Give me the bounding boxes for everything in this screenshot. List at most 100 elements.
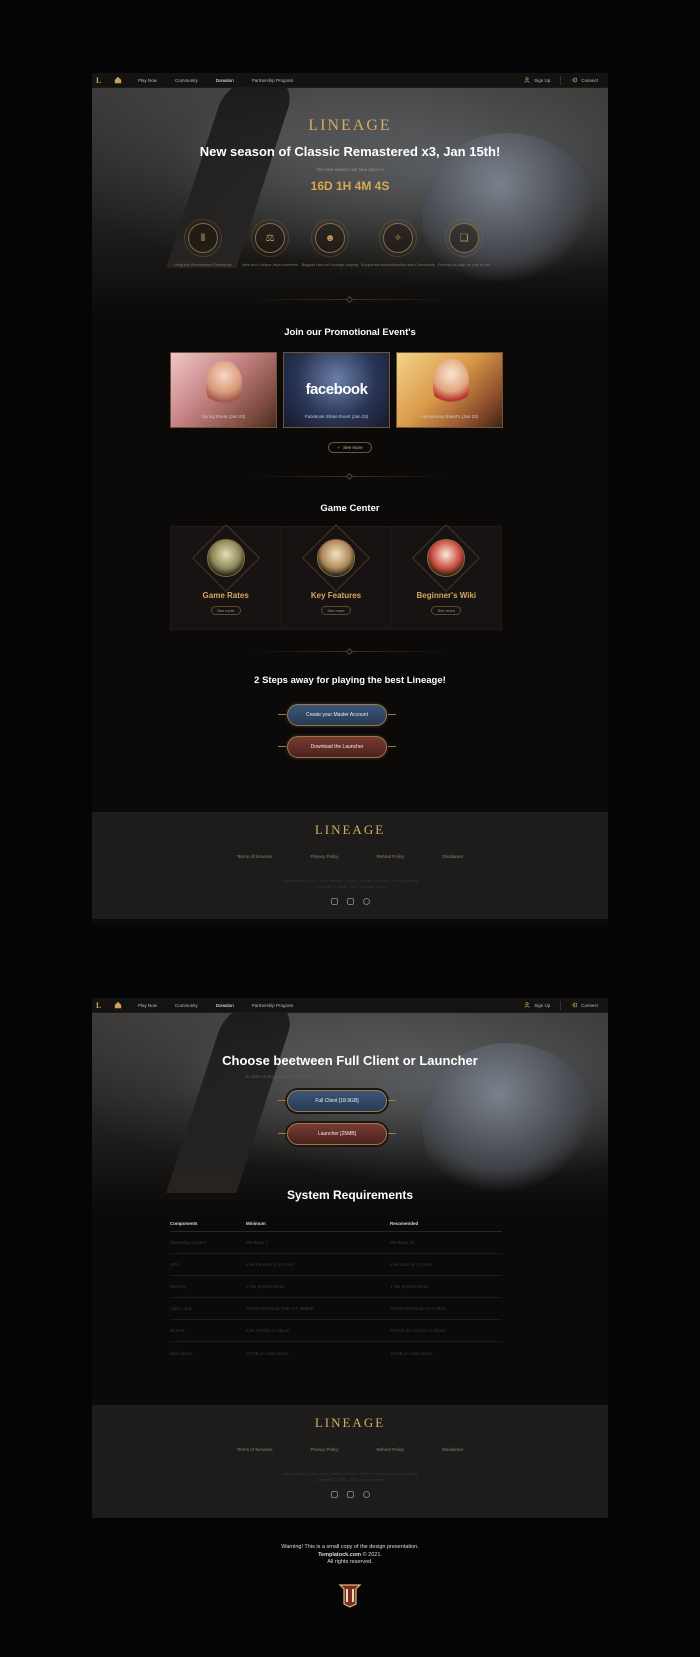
copy-warning: Warning! This is a small copy of the des… — [0, 1544, 700, 1567]
footer-disclaimer-link[interactable]: Disclaimer — [442, 1447, 463, 1452]
facebook-icon[interactable] — [362, 898, 370, 905]
hero-background — [92, 1003, 608, 1213]
wiki-see-more-button[interactable]: See more — [431, 606, 462, 615]
connect-link[interactable]: Connect — [561, 998, 608, 1012]
game-center-title: Game Center — [320, 503, 380, 514]
season-note: The new Season will take place in — [316, 167, 384, 172]
signup-link[interactable]: Sign Up — [514, 998, 560, 1012]
connect-label: Connect — [581, 1002, 598, 1008]
table-header: Components Minimum Recomended — [170, 1216, 502, 1232]
footer-privacy-link[interactable]: Privacy Policy — [310, 1447, 338, 1452]
signup-label: Sign Up — [534, 1002, 551, 1008]
rates-see-more-button[interactable]: See more — [210, 606, 241, 615]
rates-portrait — [206, 539, 245, 577]
footer: LINEAGE Terms of Services Privacy Policy… — [92, 1405, 608, 1518]
features-see-more-button[interactable]: See more — [320, 606, 351, 615]
hero-brand-logo: LINEAGE — [308, 117, 392, 134]
cell: CPU — [170, 1262, 180, 1267]
signup-link[interactable]: Sign Up — [514, 73, 560, 87]
nav-donation[interactable]: Donation — [216, 78, 234, 83]
nav-logo[interactable]: L — [96, 76, 106, 85]
page-2-frame: L Play Now Community Donation Partnershi… — [92, 998, 608, 1518]
footer-refund-link[interactable]: Refund Policy — [377, 1447, 405, 1452]
steps-title: 2 Steps away for playing the best Lineag… — [254, 675, 446, 686]
user-icon — [524, 1002, 530, 1008]
events-see-more-button[interactable]: + See more — [328, 442, 372, 453]
cell: NVIDIA GeForce GTX 1050 — [390, 1306, 446, 1311]
footer-copy-line2: Copyright © 1998 - 2021 Lineage Team — [315, 1477, 385, 1483]
footer-disclaimer-link[interactable]: Disclaimer — [442, 854, 463, 859]
cell: Windows 7 — [246, 1240, 269, 1245]
launcher-button[interactable]: Launcher [25MB] — [278, 1123, 396, 1145]
event-caption: Facebook Share Event (Jan 23) — [304, 414, 369, 419]
cell: 4 GB System RAM — [390, 1284, 428, 1289]
nav-donation[interactable]: Donation — [216, 1003, 234, 1008]
footer: LINEAGE Terms of Services Privacy Policy… — [92, 812, 608, 919]
footer-terms-link[interactable]: Terms of Services — [237, 1447, 273, 1452]
connect-link[interactable]: Connect — [561, 73, 608, 87]
game-center-features: Key Features See more — [281, 527, 392, 629]
footer-terms-link[interactable]: Terms of Services — [237, 854, 273, 859]
nav-community[interactable]: Community — [175, 78, 198, 83]
cell: NVIDIA GeForce 7600 GT 256MB — [246, 1306, 314, 1311]
nav-partnership[interactable]: Partnership Program — [252, 1003, 294, 1008]
instagram-icon[interactable] — [330, 898, 338, 905]
cell: Intel Core i5 3.2 GHz — [390, 1262, 433, 1267]
full-client-button[interactable]: Full Client [18.9GB] — [278, 1090, 396, 1112]
instagram-icon[interactable] — [330, 1491, 338, 1498]
nav-play-now[interactable]: Play Now — [138, 78, 157, 83]
cell: 9.0c Version or above — [246, 1328, 290, 1333]
cell: Video card — [170, 1306, 192, 1311]
cell: Windows 10 — [390, 1240, 415, 1245]
nav-partnership[interactable]: Partnership Program — [252, 78, 294, 83]
footer-links: Terms of Services Privacy Policy Refund … — [92, 854, 608, 859]
facebook-logo: facebook — [305, 381, 368, 398]
top-nav: L Play Now Community Donation Partnershi… — [92, 998, 608, 1013]
home-icon[interactable] — [114, 76, 122, 84]
hero-headline: New season of Classic Remastered x3, Jan… — [199, 144, 501, 159]
discord-icon[interactable] — [346, 898, 354, 905]
event-caption: Spring Event (Jan 23) — [201, 414, 246, 419]
cell: Disk Space — [170, 1350, 193, 1356]
table-row: Disk Space 20 GB or more space 30 GB or … — [170, 1342, 502, 1364]
feature-5: ❏ Friendly to play, no pay to win — [424, 219, 504, 268]
table-row: Memory 2 GB System RAM 4 GB System RAM — [170, 1276, 502, 1298]
warning-site-link[interactable]: Templatock.com — [318, 1552, 361, 1558]
lineage-emblem-icon — [338, 1584, 362, 1608]
rates-title: Game Rates — [202, 591, 249, 600]
table-row: Operating System Windows 7 Windows 10 — [170, 1232, 502, 1254]
event-card-facebook[interactable]: facebook Facebook Share Event (Jan 23) — [283, 352, 390, 428]
game-center-wiki: Beginner's Wiki See more — [392, 527, 501, 629]
requirements-title: System Requirements — [286, 1188, 414, 1202]
game-center-panel: Game Rates See more Key Features See mor… — [170, 526, 502, 630]
cell: Memory — [170, 1284, 187, 1289]
warning-line: Warning! This is a small copy of the des… — [281, 1544, 419, 1550]
hero-blade-art — [166, 1003, 298, 1193]
wiki-title: Beginner's Wiki — [416, 591, 477, 600]
nav-logo[interactable]: L — [96, 1001, 106, 1010]
event-card-spring[interactable]: Spring Event (Jan 23) — [170, 352, 277, 428]
table-row: CPU Intel Pentium 4 3.6 GHz Intel Core i… — [170, 1254, 502, 1276]
home-icon[interactable] — [114, 1001, 122, 1009]
footer-copy: Game Rates | Lore | Key Features | Rules… — [92, 1471, 608, 1484]
spring-character-art — [206, 361, 242, 409]
scales-icon: ⚖ — [251, 219, 289, 257]
create-account-button[interactable]: Create your Master Account — [278, 704, 396, 726]
footer-refund-link[interactable]: Refund Policy — [377, 854, 405, 859]
top-nav: L Play Now Community Donation Partnershi… — [92, 73, 608, 88]
facebook-icon[interactable] — [362, 1491, 370, 1498]
nav-play-now[interactable]: Play Now — [138, 1003, 157, 1008]
events-title: Join our Promotional Event's — [284, 327, 416, 338]
anniversary-character-art — [433, 359, 469, 409]
discord-icon[interactable] — [346, 1491, 354, 1498]
footer-privacy-link[interactable]: Privacy Policy — [310, 854, 338, 859]
connect-label: Connect — [581, 77, 598, 83]
event-card-anniversary[interactable]: Anniversary Event's (Jan 23) — [396, 352, 503, 428]
section-divider — [250, 295, 450, 304]
cell: 30 GB or more space — [390, 1350, 433, 1356]
download-launcher-button[interactable]: Download the Launcher — [278, 736, 396, 758]
nav-community[interactable]: Community — [175, 1003, 198, 1008]
cell: Intel Pentium 4 3.6 GHz — [246, 1262, 294, 1267]
table-row: DirectX 9.0c Version or above DirectX 11… — [170, 1320, 502, 1342]
features-title: Key Features — [310, 591, 362, 600]
